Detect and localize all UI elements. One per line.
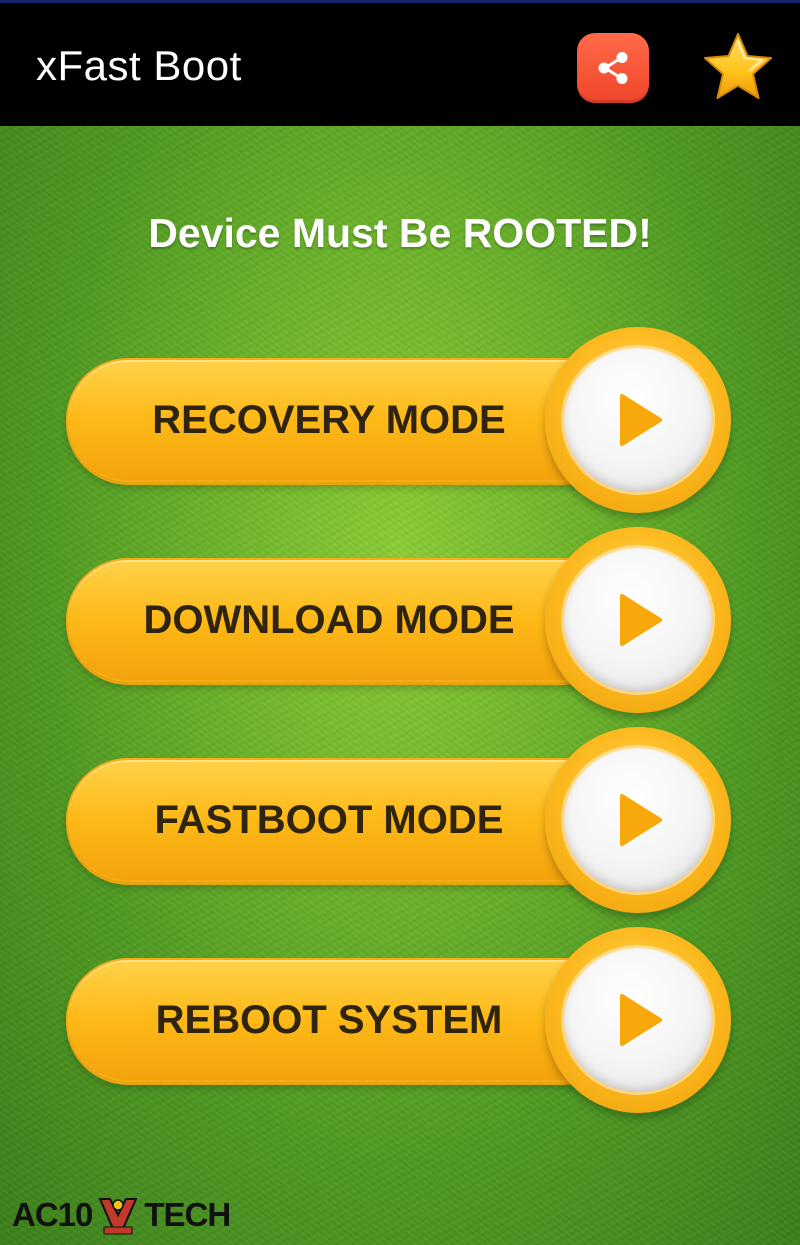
watermark: AC10 TECH — [12, 1193, 231, 1237]
play-icon — [620, 594, 662, 646]
button-label: REBOOT SYSTEM — [155, 998, 503, 1042]
play-icon — [620, 994, 662, 1046]
app-title: xFast Boot — [36, 42, 242, 89]
share-button[interactable] — [577, 33, 649, 103]
fastboot-mode-button[interactable]: FASTBOOT MODE — [66, 727, 734, 913]
play-icon — [620, 794, 662, 846]
app-screen: xFast Boot Device Must Be ROOTED! RECOVE… — [0, 0, 800, 1245]
root-warning-text: Device Must Be ROOTED! — [148, 210, 652, 256]
button-label: DOWNLOAD MODE — [143, 598, 515, 642]
watermark-text-left: AC10 — [12, 1196, 93, 1233]
watermark-text-right: TECH — [144, 1196, 231, 1233]
app-bar: xFast Boot — [0, 0, 800, 126]
download-mode-button[interactable]: DOWNLOAD MODE — [66, 527, 734, 713]
button-label: RECOVERY MODE — [152, 398, 506, 442]
button-label: FASTBOOT MODE — [154, 798, 504, 842]
rate-star-button[interactable] — [700, 31, 776, 105]
play-icon — [620, 394, 662, 446]
watermark-logo-icon — [98, 1198, 138, 1235]
recovery-mode-button[interactable]: RECOVERY MODE — [66, 327, 734, 513]
reboot-system-button[interactable]: REBOOT SYSTEM — [66, 927, 734, 1113]
share-icon — [598, 52, 628, 84]
star-icon — [704, 33, 772, 99]
